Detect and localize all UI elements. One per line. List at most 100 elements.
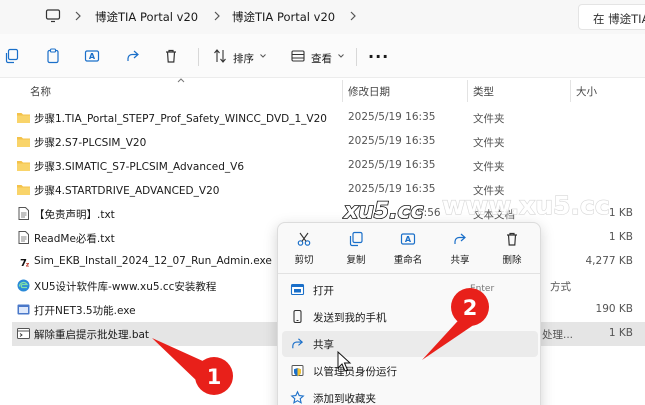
sort-icon[interactable] bbox=[212, 48, 228, 64]
file-name: XU5设计软件库-www.xu5.cc安装教程 bbox=[34, 281, 217, 293]
annotation-marker-1-label: 1 bbox=[207, 365, 222, 389]
text-file-icon bbox=[18, 231, 29, 244]
file-date: 2025/5/19 16:35 bbox=[348, 159, 436, 171]
folder-icon bbox=[17, 113, 30, 123]
folder-icon bbox=[17, 185, 30, 195]
menu-item-label: 打开 bbox=[313, 285, 334, 297]
file-row[interactable]: 步骤1.TIA_Portal_STEP7_Prof_Safety_WINCC_D… bbox=[12, 106, 645, 130]
file-name: 步骤2.S7-PLCSIM_V20 bbox=[34, 137, 147, 149]
svg-text:z: z bbox=[26, 262, 30, 269]
command-toolbar: A 排序 查看 ··· bbox=[0, 34, 645, 78]
view-button-label[interactable]: 查看 bbox=[311, 51, 332, 66]
file-name: 解除重启提示批处理.bat bbox=[34, 329, 150, 341]
sort-button-label[interactable]: 排序 bbox=[233, 51, 254, 66]
copy-icon[interactable] bbox=[4, 48, 20, 64]
shortcut-edge-icon bbox=[17, 279, 30, 292]
share-button[interactable]: 共享 bbox=[438, 231, 482, 271]
share-label: 共享 bbox=[450, 255, 470, 266]
exe-app-icon bbox=[17, 304, 30, 315]
paste-icon[interactable] bbox=[45, 48, 61, 64]
file-size: 4,277 KB bbox=[585, 255, 634, 267]
file-row[interactable]: 步骤2.S7-PLCSIM_V20 2025/5/19 16:35 文件夹 bbox=[12, 130, 645, 154]
column-header-size[interactable]: 大小 bbox=[576, 84, 597, 99]
exe-7z-icon: 7 z bbox=[17, 255, 30, 269]
menu-item-add-to-favorites[interactable]: 添加到收藏夹 bbox=[282, 385, 538, 405]
file-name: Sim_EKB_Install_2024_12_07_Run_Admin.exe bbox=[34, 255, 272, 267]
delete-label: 删除 bbox=[502, 255, 522, 266]
menu-divider bbox=[278, 273, 540, 274]
search-box[interactable]: 在 博途TIA bbox=[578, 4, 645, 30]
cut-button[interactable]: 剪切 bbox=[282, 231, 326, 271]
copy-icon bbox=[349, 231, 363, 247]
share-icon bbox=[292, 338, 304, 349]
file-type: 处理... bbox=[542, 329, 574, 341]
column-divider[interactable] bbox=[467, 80, 468, 102]
file-name: 【免责声明】.txt bbox=[34, 209, 115, 221]
menu-item-label: 添加到收藏夹 bbox=[313, 393, 376, 405]
open-icon bbox=[290, 283, 305, 296]
folder-icon bbox=[17, 161, 30, 171]
more-options-button[interactable]: ··· bbox=[368, 47, 389, 66]
chevron-right-icon[interactable] bbox=[348, 8, 358, 24]
phone-icon bbox=[293, 309, 302, 324]
file-date: 2025/5/19 16:35 bbox=[348, 111, 436, 123]
column-divider[interactable] bbox=[570, 80, 571, 102]
star-icon bbox=[290, 390, 305, 404]
menu-item-label: 以管理员身份运行 bbox=[313, 366, 397, 378]
file-type: 文件夹 bbox=[473, 137, 505, 149]
menu-item-label: 发送到我的手机 bbox=[313, 312, 387, 324]
toolbar-divider bbox=[198, 48, 199, 66]
breadcrumb-item-2[interactable]: 博途TIA Portal v20 bbox=[232, 9, 335, 25]
text-file-icon bbox=[18, 207, 29, 220]
menu-item-shortcut: Enter bbox=[470, 284, 495, 294]
chevron-right-icon[interactable] bbox=[73, 8, 83, 24]
menu-item-open[interactable]: 打开 Enter bbox=[282, 277, 538, 303]
rename-label: 重命名 bbox=[393, 255, 423, 266]
address-bar: 博途TIA Portal v20 博途TIA Portal v20 在 博途TI… bbox=[0, 0, 645, 34]
annotation-marker-1 bbox=[195, 357, 233, 395]
delete-icon[interactable] bbox=[163, 48, 179, 64]
menu-item-send-to-phone[interactable]: 发送到我的手机 bbox=[282, 304, 538, 330]
folder-icon bbox=[17, 137, 30, 147]
breadcrumb-item-1[interactable]: 博途TIA Portal v20 bbox=[95, 9, 198, 25]
menu-item-label: 共享 bbox=[313, 339, 334, 351]
sort-up-icon bbox=[177, 78, 185, 83]
delete-icon bbox=[507, 232, 517, 246]
file-type: 文件夹 bbox=[473, 113, 505, 125]
column-header-name[interactable]: 名称 bbox=[30, 84, 51, 99]
view-icon[interactable] bbox=[290, 48, 306, 64]
file-name: 步骤4.STARTDRIVE_ADVANCED_V20 bbox=[34, 185, 220, 197]
column-header-modified[interactable]: 修改日期 bbox=[348, 84, 390, 99]
search-placeholder[interactable]: 在 博途TIA bbox=[593, 11, 645, 27]
rename-icon[interactable]: A bbox=[84, 48, 100, 64]
menu-item-share[interactable]: 共享 bbox=[282, 331, 538, 357]
delete-button[interactable]: 删除 bbox=[490, 231, 534, 271]
file-type: 方式 bbox=[550, 281, 571, 293]
file-name: 步骤1.TIA_Portal_STEP7_Prof_Safety_WINCC_D… bbox=[34, 113, 327, 125]
file-name: 步骤3.SIMATIC_S7-PLCSIM_Advanced_V6 bbox=[34, 161, 244, 173]
cut-label: 剪切 bbox=[294, 255, 314, 266]
chevron-right-icon[interactable] bbox=[212, 8, 222, 24]
chevron-down-icon[interactable] bbox=[259, 51, 267, 61]
file-size: 190 KB bbox=[595, 303, 633, 315]
file-size: 1 KB bbox=[608, 327, 633, 339]
file-type: 文件夹 bbox=[473, 161, 505, 173]
watermark-left: xu5.cc bbox=[343, 199, 424, 224]
context-menu: 剪切 复制 A 重命名 共享 删除 打开 Enter 发送到我的手机 共享 以管… bbox=[277, 222, 541, 405]
toolbar-divider bbox=[356, 48, 357, 66]
file-date: 2025/5/19 16:35 bbox=[348, 135, 436, 147]
admin-shield-icon bbox=[291, 365, 304, 377]
copy-button[interactable]: 复制 bbox=[334, 231, 378, 271]
monitor-icon[interactable] bbox=[45, 8, 61, 24]
share-icon[interactable] bbox=[125, 48, 141, 64]
column-header-type[interactable]: 类型 bbox=[473, 84, 494, 99]
copy-label: 复制 bbox=[346, 255, 366, 266]
bat-file-icon bbox=[17, 328, 30, 339]
column-divider[interactable] bbox=[342, 80, 343, 102]
watermark-right: www.xu5.cc bbox=[442, 191, 610, 220]
rename-button[interactable]: A 重命名 bbox=[386, 231, 430, 271]
svg-text:A: A bbox=[405, 235, 412, 244]
menu-item-run-as-admin[interactable]: 以管理员身份运行 bbox=[282, 358, 538, 384]
chevron-down-icon[interactable] bbox=[337, 51, 345, 61]
file-row[interactable]: 步骤3.SIMATIC_S7-PLCSIM_Advanced_V6 2025/5… bbox=[12, 154, 645, 178]
